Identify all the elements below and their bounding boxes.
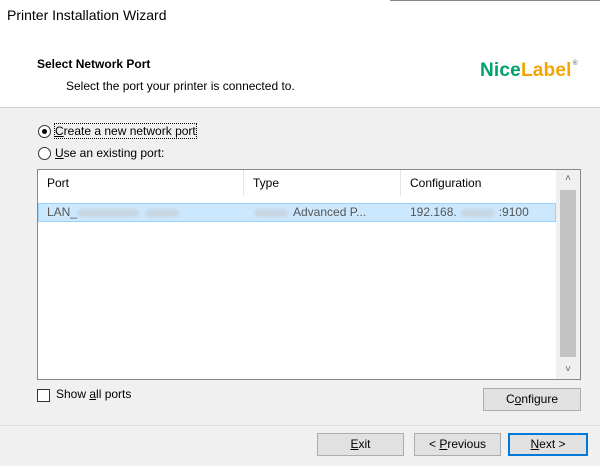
table-row[interactable]: LAN_ Advanced P... 192.168.:9100 [38, 203, 556, 222]
page-subtitle: Select the port your printer is connecte… [66, 79, 295, 93]
redacted-text [145, 208, 180, 217]
wizard-window: Printer Installation Wizard Select Netwo… [0, 0, 600, 466]
header-divider [0, 107, 600, 108]
show-all-ports-label[interactable]: Show all ports [56, 387, 131, 401]
configure-button[interactable]: Configure [483, 388, 581, 411]
redacted-text [460, 208, 495, 217]
window-title: Printer Installation Wizard [0, 0, 600, 31]
radio-use-existing-port[interactable]: Use an existing port: [38, 146, 164, 160]
scrollbar-thumb[interactable] [560, 190, 576, 357]
footer-divider [0, 425, 600, 426]
vertical-scrollbar[interactable]: ˄ ˅ [556, 170, 580, 379]
chevron-up-icon[interactable]: ˄ [556, 170, 580, 188]
wizard-header: Select Network Port Select the port your… [0, 31, 600, 107]
show-all-ports-checkbox[interactable] [37, 389, 50, 402]
window-top-border [390, 0, 600, 1]
radio-use-existing-port-label: Use an existing port: [55, 146, 165, 160]
logo-part-nice: Nice [480, 60, 521, 81]
cell-configuration: 192.168.:9100 [410, 205, 529, 219]
ports-list[interactable]: Port Type Configuration LAN_ Advanced P.… [37, 169, 581, 380]
redacted-text [254, 208, 288, 217]
radio-unselected-indicator[interactable] [38, 146, 51, 160]
cell-port: LAN_ [47, 204, 180, 221]
chevron-down-icon[interactable]: ˅ [556, 361, 580, 379]
page-title: Select Network Port [37, 57, 151, 71]
next-button[interactable]: Next > [508, 433, 588, 456]
nicelabel-logo: NiceLabel® [480, 60, 578, 82]
radio-create-new-port[interactable]: Create a new network port [38, 123, 197, 139]
registered-mark: ® [572, 60, 578, 67]
redacted-text [77, 208, 140, 217]
column-header-configuration[interactable]: Configuration [401, 170, 556, 196]
ports-list-header: Port Type Configuration [38, 170, 558, 196]
logo-part-label: Label [520, 60, 572, 81]
column-header-port[interactable]: Port [38, 170, 243, 196]
cell-type: Advanced P... [254, 204, 366, 221]
previous-button[interactable]: < Previous [414, 433, 501, 456]
radio-create-new-port-label: Create a new network port [54, 123, 197, 139]
exit-button[interactable]: Exit [317, 433, 404, 456]
radio-selected-indicator[interactable] [38, 124, 51, 138]
column-header-type[interactable]: Type [244, 170, 400, 196]
